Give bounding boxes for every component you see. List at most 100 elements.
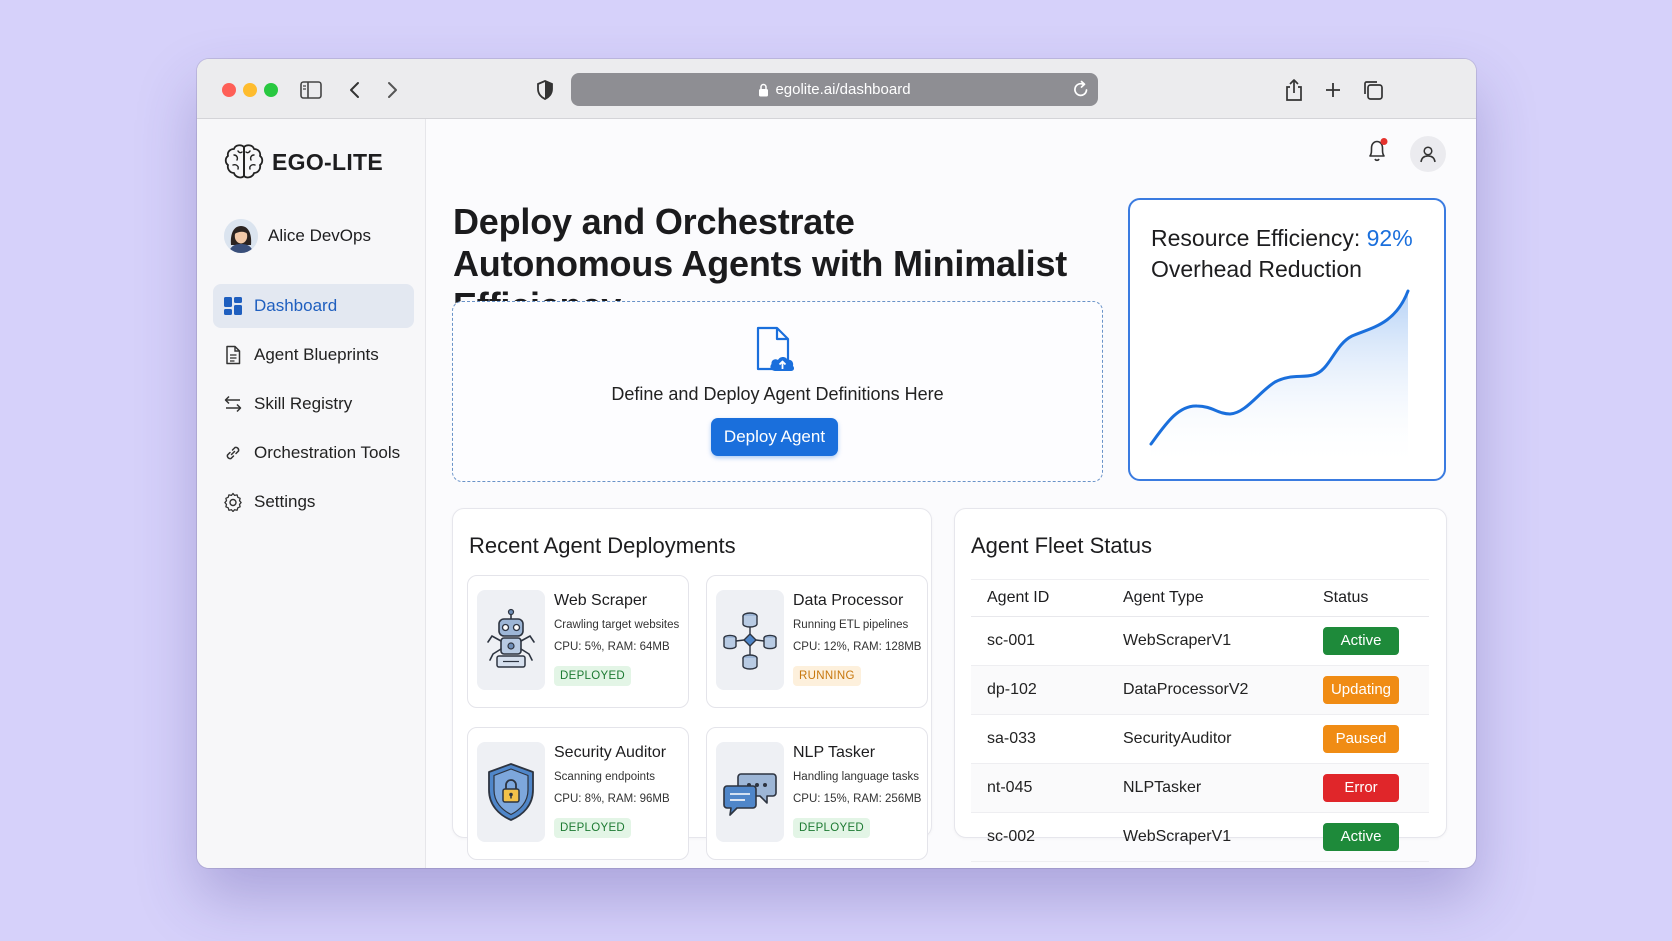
status-badge: DEPLOYED	[793, 818, 871, 838]
share-icon[interactable]	[1281, 77, 1307, 103]
agent-name: NLP Tasker	[793, 744, 876, 761]
agent-id-cell: sc-002	[971, 812, 1107, 862]
status-badge: DEPLOYED	[554, 666, 632, 686]
table-row[interactable]: dp-102 DataProcessorV2 Updating	[971, 665, 1429, 715]
file-upload-icon	[752, 325, 800, 380]
reload-icon[interactable]	[1072, 79, 1090, 103]
agent-name: Web Scraper	[554, 592, 648, 609]
browser-titlebar: egolite.ai/dashboard	[197, 59, 1476, 119]
sidebar-item-skill-registry[interactable]: Skill Registry	[213, 382, 414, 426]
sidebar-item-agent-blueprints[interactable]: Agent Blueprints	[213, 333, 414, 377]
status-badge: RUNNING	[793, 666, 861, 686]
chat-bubbles-icon	[716, 742, 784, 842]
user-icon	[1420, 146, 1436, 163]
agent-id-cell: sa-033	[971, 714, 1107, 764]
user-profile[interactable]: Alice DevOps	[224, 219, 371, 253]
status-badge: Paused	[1323, 725, 1399, 753]
status-badge: Updating	[1323, 676, 1399, 704]
agent-fleet-status-panel: Agent Fleet Status Agent ID Agent Type S…	[954, 508, 1447, 862]
forward-icon[interactable]	[379, 77, 405, 103]
status-badge: Error	[1323, 774, 1399, 802]
dashboard-grid-icon	[224, 297, 242, 315]
agent-description: Running ETL pipelines	[793, 619, 909, 631]
user-name: Alice DevOps	[268, 226, 371, 245]
agent-card-nlp-tasker[interactable]: NLP Tasker Handling language tasks CPU: …	[706, 727, 928, 860]
agent-card-security-auditor[interactable]: Security Auditor Scanning endpoints CPU:…	[467, 727, 689, 860]
minimize-window-button[interactable]	[243, 83, 257, 97]
sidebar-item-label: Skill Registry	[254, 394, 353, 413]
agent-description: Crawling target websites	[554, 619, 680, 631]
swap-arrows-icon	[224, 395, 242, 413]
sidebar-nav: Dashboard Agent Blueprints Skill Registr…	[213, 284, 414, 529]
agent-card-data-processor[interactable]: Data Processor Running ETL pipelines CPU…	[706, 575, 928, 708]
agent-resources: CPU: 15%, RAM: 256MB	[793, 793, 922, 805]
shield-lock-icon	[477, 742, 545, 842]
brand-logo[interactable]: EGO-LITE	[224, 143, 383, 181]
status-cell: Updating	[1307, 665, 1429, 715]
close-window-button[interactable]	[222, 83, 236, 97]
privacy-shield-icon[interactable]	[532, 77, 558, 103]
table-row[interactable]: sc-002 WebScraperV1 Active	[971, 812, 1429, 862]
status-cell: Paused	[1307, 714, 1429, 764]
status-badge: Active	[1323, 823, 1399, 851]
sidebar-item-label: Settings	[254, 492, 316, 511]
agent-id-cell: sc-001	[971, 616, 1107, 666]
brand-name: EGO-LITE	[272, 148, 384, 175]
panel-title: Recent Agent Deployments	[469, 533, 736, 558]
metric-subtitle: Overhead Reduction	[1151, 256, 1362, 282]
agent-name: Data Processor	[793, 592, 904, 609]
fleet-table: Agent ID Agent Type Status sc-001 WebScra…	[971, 579, 1429, 862]
agent-type-cell: WebScraperV1	[1107, 616, 1307, 666]
tab-overview-icon[interactable]	[1360, 77, 1386, 103]
maximize-window-button[interactable]	[264, 83, 278, 97]
agent-definition-dropzone[interactable]: Define and Deploy Agent Definitions Here…	[452, 301, 1103, 482]
robot-icon	[477, 590, 545, 690]
agent-resources: CPU: 12%, RAM: 128MB	[793, 641, 922, 653]
database-network-icon	[716, 590, 784, 690]
table-row[interactable]: sa-033 SecurityAuditor Paused	[971, 714, 1429, 764]
metric-value: 92%	[1366, 225, 1413, 251]
back-icon[interactable]	[342, 77, 368, 103]
link-icon	[226, 446, 240, 460]
agent-resources: CPU: 5%, RAM: 64MB	[554, 641, 670, 653]
sidebar-toggle-icon[interactable]	[298, 77, 324, 103]
sidebar-item-orchestration-tools[interactable]: Orchestration Tools	[213, 431, 414, 475]
address-bar[interactable]: egolite.ai/dashboard	[571, 73, 1098, 106]
agent-name: Security Auditor	[554, 744, 667, 761]
lock-icon	[759, 83, 769, 96]
agent-type-cell: WebScraperV1	[1107, 812, 1307, 862]
table-row[interactable]: nt-045 NLPTasker Error	[971, 763, 1429, 813]
agent-type-cell: NLPTasker	[1107, 763, 1307, 813]
agent-card-web-scraper[interactable]: Web Scraper Crawling target websites CPU…	[467, 575, 689, 708]
status-badge: DEPLOYED	[554, 818, 632, 838]
sidebar-item-label: Agent Blueprints	[254, 345, 379, 364]
agent-description: Scanning endpoints	[554, 771, 656, 783]
sidebar-item-dashboard[interactable]: Dashboard	[213, 284, 414, 328]
browser-window: egolite.ai/dashboard EGO-LITE Alice DevO…	[197, 59, 1476, 868]
status-cell: Active	[1307, 812, 1429, 862]
agent-id-cell: nt-045	[971, 763, 1107, 813]
sidebar-item-label: Dashboard	[254, 296, 338, 315]
agent-resources: CPU: 8%, RAM: 96MB	[554, 793, 670, 805]
sidebar-item-settings[interactable]: Settings	[213, 480, 414, 524]
status-badge: Active	[1323, 627, 1399, 655]
recent-deployments-panel: Recent Agent Deployments Web Scraper Cra…	[452, 508, 932, 860]
deploy-agent-button[interactable]: Deploy Agent	[711, 418, 838, 456]
new-tab-icon[interactable]	[1320, 77, 1346, 103]
agent-type-cell: SecurityAuditor	[1107, 714, 1307, 764]
profile-button[interactable]	[1410, 136, 1446, 172]
notification-bell-icon[interactable]	[1365, 137, 1391, 170]
brain-icon	[224, 144, 264, 179]
table-row[interactable]: sc-001 WebScraperV1 Active	[971, 616, 1429, 666]
column-header-status[interactable]: Status	[1307, 579, 1429, 617]
document-icon	[226, 345, 241, 365]
column-header-agent-id[interactable]: Agent ID	[971, 579, 1107, 617]
gear-icon	[224, 492, 242, 512]
column-header-agent-type[interactable]: Agent Type	[1107, 579, 1307, 617]
metric-label: Resource Efficiency:	[1151, 225, 1367, 251]
table-header-row: Agent ID Agent Type Status	[971, 579, 1429, 617]
url-text: egolite.ai/dashboard	[775, 81, 911, 98]
metric-heading: Resource Efficiency: 92% Overhead Reduct…	[1151, 223, 1441, 285]
status-cell: Error	[1307, 763, 1429, 813]
panel-title: Agent Fleet Status	[971, 533, 1152, 558]
